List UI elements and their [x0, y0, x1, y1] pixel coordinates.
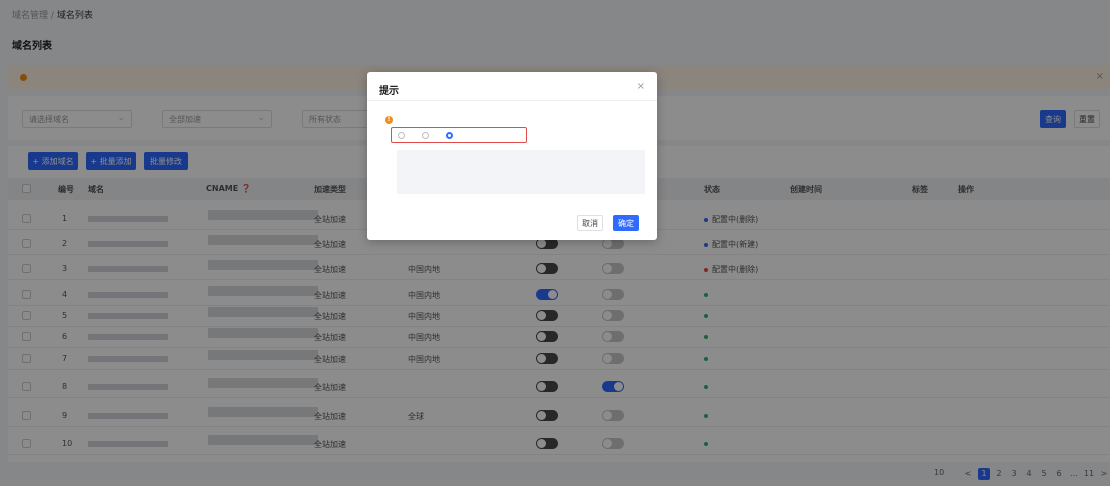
- divider: [367, 100, 657, 101]
- option-radio[interactable]: [422, 131, 432, 139]
- warning-icon: !: [385, 116, 393, 124]
- option-radio[interactable]: [446, 131, 456, 139]
- confirm-button[interactable]: 确定: [613, 215, 639, 231]
- option-description: [397, 150, 645, 194]
- prompt-dialog: 提示 × ! 取消 确定: [367, 72, 657, 240]
- app-root: 域名管理 / 域名列表 域名列表 × 请选择域名⌄ 全部加速⌄ 所有状态⌄ 查询…: [0, 0, 1110, 486]
- radio-circle-icon: [446, 131, 453, 139]
- radio-circle-icon: [398, 131, 405, 139]
- option-radio-group: [391, 127, 527, 143]
- cancel-button[interactable]: 取消: [577, 215, 603, 231]
- dialog-question: !: [385, 116, 399, 124]
- option-radio[interactable]: [398, 131, 408, 139]
- dialog-title: 提示: [379, 86, 399, 97]
- close-icon[interactable]: ×: [637, 81, 645, 92]
- radio-circle-icon: [422, 131, 429, 139]
